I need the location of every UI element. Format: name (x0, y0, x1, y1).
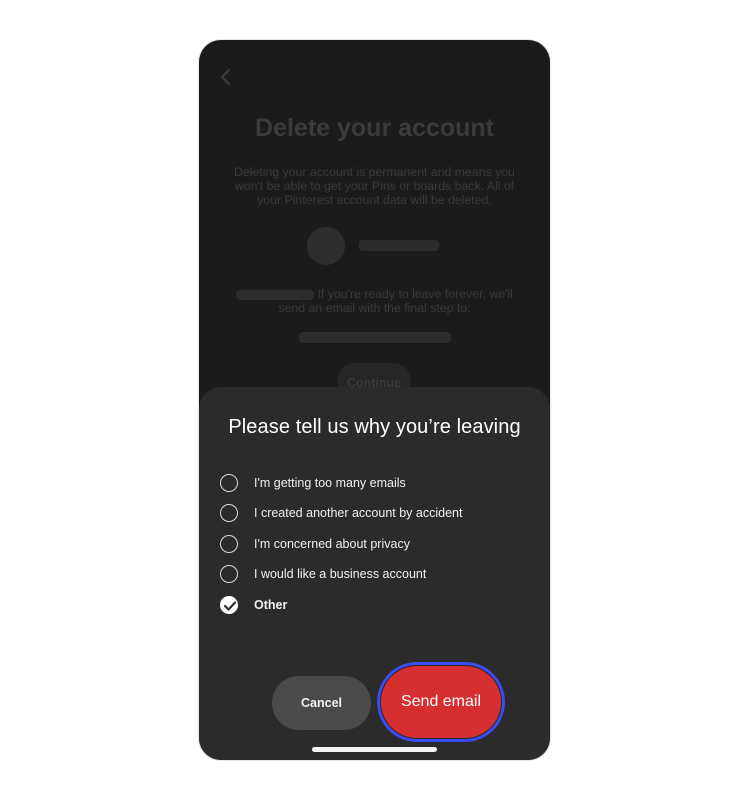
leave-reason-sheet: Please tell us why you’re leaving I'm ge… (199, 387, 550, 760)
radio-button[interactable] (220, 474, 238, 492)
sheet-title: Please tell us why you’re leaving (228, 416, 521, 438)
checkmark-icon (224, 601, 236, 611)
back-chevron-icon[interactable] (219, 68, 233, 86)
option-label: I would like a business account (254, 567, 427, 581)
page-description: Deleting your account is permanent and m… (234, 165, 515, 207)
reason-option-business-account[interactable]: I would like a business account (220, 563, 520, 585)
reason-option-another-account[interactable]: I created another account by accident (220, 502, 520, 524)
cancel-button[interactable]: Cancel (272, 676, 371, 730)
radio-button[interactable] (220, 535, 238, 553)
reason-option-other[interactable]: Other (220, 594, 520, 616)
account-name-redacted (359, 240, 439, 251)
avatar (307, 227, 345, 265)
home-indicator (312, 747, 437, 752)
option-label: I created another account by accident (254, 506, 463, 520)
reason-option-privacy[interactable]: I'm concerned about privacy (220, 533, 520, 555)
phone-screen: Delete your account Deleting your accoun… (199, 40, 550, 760)
page-title: Delete your account (255, 114, 494, 142)
email-address-redacted (299, 332, 451, 343)
radio-button[interactable] (220, 504, 238, 522)
info-text-block: If you're ready to leave forever, we'll … (229, 287, 520, 315)
option-label: I'm getting too many emails (254, 476, 406, 490)
reason-option-too-many-emails[interactable]: I'm getting too many emails (220, 472, 520, 494)
redacted-text (236, 289, 315, 300)
option-label: Other (254, 598, 288, 612)
option-label: I'm concerned about privacy (254, 537, 410, 551)
radio-button-checked[interactable] (220, 596, 238, 614)
info-text: If you're ready to leave forever, we'll … (278, 287, 513, 315)
send-email-button[interactable]: Send email (381, 666, 501, 738)
radio-button[interactable] (220, 565, 238, 583)
